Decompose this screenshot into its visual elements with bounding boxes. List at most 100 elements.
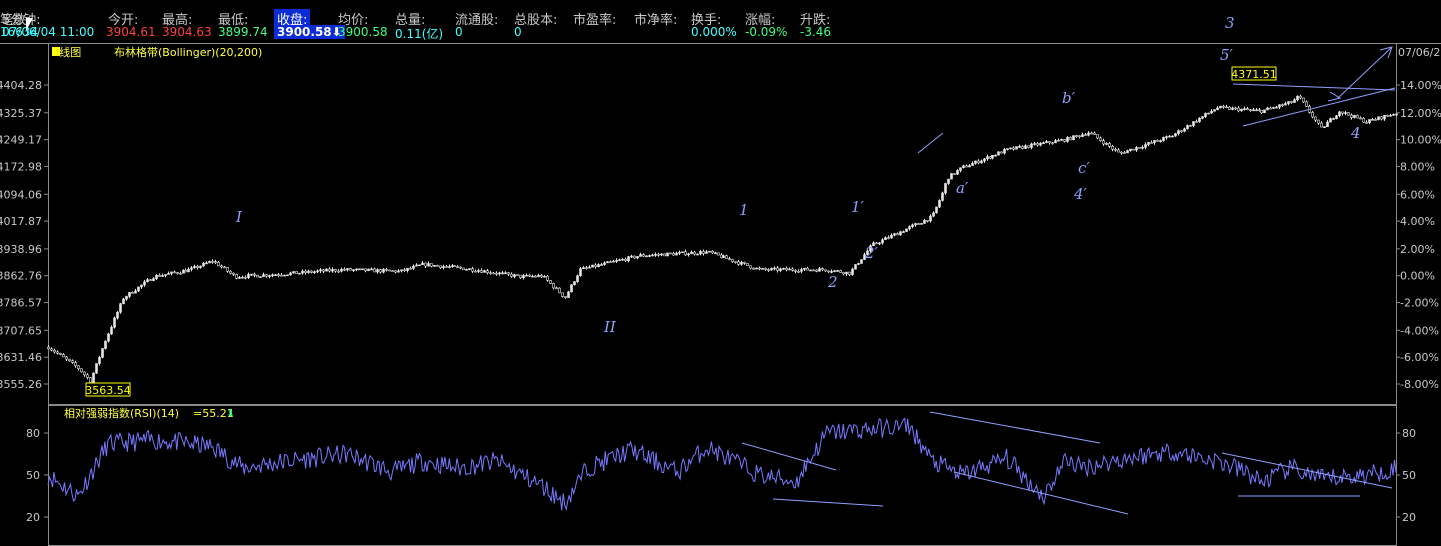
- candle-body: [1147, 142, 1150, 145]
- candle-body: [1078, 135, 1081, 138]
- candle-body: [794, 270, 797, 272]
- pct-tick-label: 12.00%: [1400, 107, 1441, 120]
- candle-body: [938, 200, 941, 208]
- candle-body: [812, 269, 815, 272]
- candle-body: [352, 269, 355, 271]
- candle-body: [1039, 142, 1042, 146]
- candle-body: [1240, 108, 1243, 112]
- candle-body: [702, 251, 705, 254]
- candle-body: [531, 275, 534, 278]
- candle-body: [1075, 135, 1078, 137]
- candle-body: [250, 273, 253, 276]
- candle-body: [140, 284, 143, 288]
- wave-label: b′: [1062, 89, 1076, 107]
- candle-body: [1284, 103, 1287, 106]
- candle-body: [167, 273, 170, 275]
- candle-body: [567, 291, 570, 298]
- candle-body: [238, 277, 241, 279]
- candle-body: [573, 281, 576, 286]
- candle-body: [693, 251, 696, 255]
- candle-body: [298, 272, 301, 275]
- candle-body: [603, 262, 606, 265]
- candle-body: [1006, 148, 1009, 150]
- candle-body: [513, 274, 516, 277]
- candle-body: [131, 292, 134, 294]
- candle-body: [1123, 152, 1126, 154]
- candle-body: [914, 223, 917, 226]
- candle-body: [1389, 115, 1392, 117]
- candle-body: [343, 268, 346, 271]
- candle-body: [280, 274, 283, 277]
- candle-body: [851, 268, 854, 275]
- candle-body: [884, 237, 887, 241]
- y-tick-label: 4094.06: [0, 188, 42, 201]
- candle-body: [1195, 121, 1198, 123]
- candle-body: [854, 264, 857, 270]
- candle-body: [687, 253, 690, 256]
- candle-body: [920, 223, 923, 225]
- candle-body: [1293, 99, 1296, 103]
- candle-body: [591, 264, 594, 268]
- candle-body: [1087, 132, 1090, 136]
- candle-body: [770, 268, 773, 271]
- candle-body: [1377, 116, 1380, 120]
- candle-body: [1219, 105, 1222, 109]
- candle-body: [1105, 143, 1108, 145]
- candle-body: [265, 274, 268, 277]
- candle-body: [1117, 149, 1120, 153]
- candle-body: [1135, 147, 1138, 151]
- candle-body: [935, 206, 938, 214]
- candle-body: [609, 261, 612, 263]
- candle-body: [1305, 101, 1308, 107]
- candle-body: [1132, 148, 1135, 151]
- wave-label: 2′: [864, 244, 879, 262]
- pct-tick-label: -8.00%: [1400, 378, 1439, 391]
- candle-body: [361, 268, 364, 271]
- candle-body: [968, 165, 971, 168]
- candle-body: [887, 237, 890, 239]
- candle-body: [803, 267, 806, 270]
- candle-body: [1156, 140, 1159, 142]
- candle-body: [1024, 145, 1027, 149]
- y-tick-label: 4249.17: [0, 134, 42, 147]
- candle-body: [367, 268, 370, 272]
- candle-body: [836, 270, 839, 272]
- candle-body: [773, 267, 776, 270]
- candle-body: [633, 255, 636, 259]
- candle-body: [358, 268, 361, 271]
- candle-body: [468, 268, 471, 270]
- candle-body: [1177, 130, 1180, 134]
- candle-body: [1051, 142, 1054, 145]
- candle-body: [782, 267, 785, 270]
- rsi-axis: 80 80 50 50 20 20: [26, 427, 1416, 524]
- candle-body: [149, 279, 152, 281]
- candle-body: [1030, 143, 1033, 148]
- candle-body: [418, 264, 421, 267]
- candle-body: [525, 274, 528, 277]
- candle-body: [74, 362, 77, 367]
- candle-body: [902, 231, 905, 233]
- candle-body: [528, 274, 531, 277]
- candle-body: [98, 357, 101, 364]
- candle-body: [959, 167, 962, 171]
- candle-body: [89, 377, 92, 383]
- candle-body: [561, 292, 564, 297]
- candle-body: [797, 270, 800, 273]
- candle-body: [929, 215, 932, 222]
- candle-body: [310, 270, 313, 273]
- candle-body: [1099, 137, 1102, 141]
- candle-body: [498, 272, 501, 275]
- candle-body: [845, 271, 848, 275]
- candle-body: [68, 358, 71, 362]
- wave-label: 1: [739, 201, 749, 219]
- candle-body: [501, 272, 504, 275]
- candle-body: [1063, 139, 1066, 142]
- candle-body: [1255, 109, 1258, 112]
- candle-body: [809, 269, 812, 272]
- candle-body: [256, 274, 259, 278]
- candle-body: [977, 160, 980, 164]
- candle-body: [456, 266, 459, 268]
- candle-body: [223, 266, 226, 269]
- candle-body: [1237, 107, 1240, 112]
- candle-body: [47, 346, 50, 350]
